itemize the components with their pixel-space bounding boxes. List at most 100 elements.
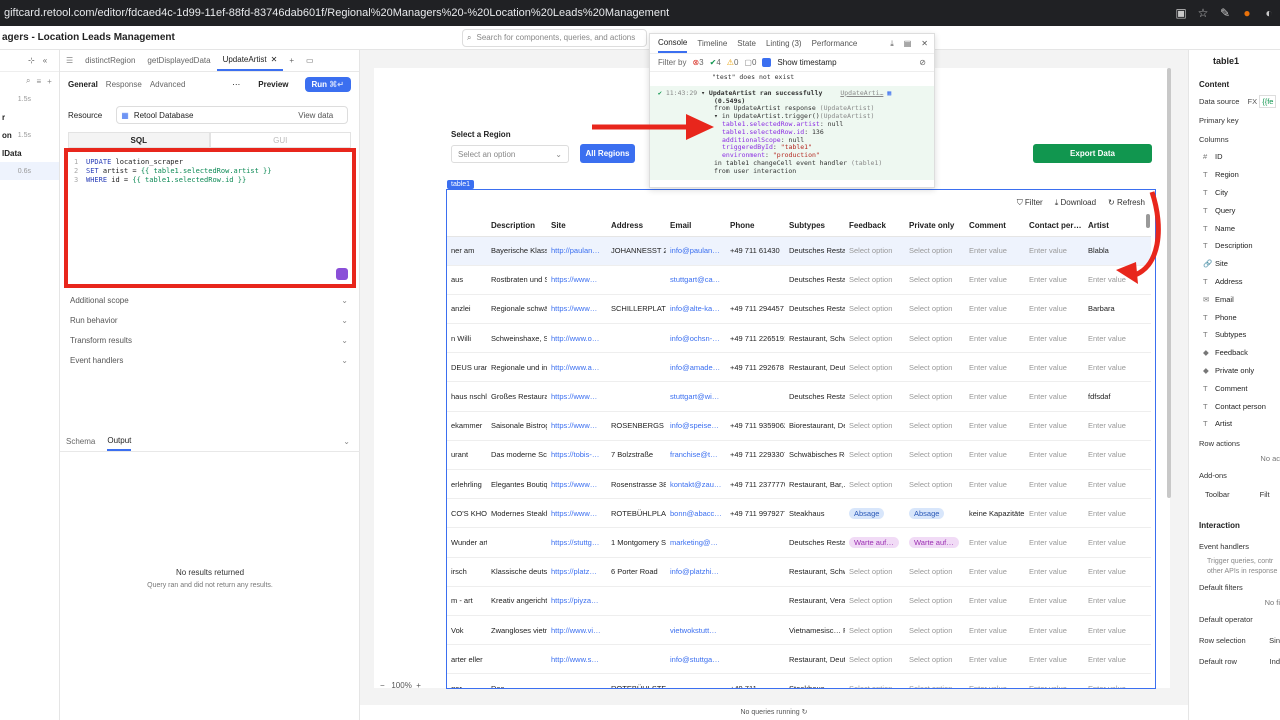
table-cell[interactable]: Absage <box>845 498 905 529</box>
table-cell[interactable]: kontakt@zau… <box>666 469 726 500</box>
add-icon[interactable]: + <box>47 77 52 86</box>
close-icon[interactable]: ✕ <box>921 39 928 48</box>
table-cell[interactable]: Enter value <box>1025 498 1084 529</box>
table-cell[interactable] <box>726 557 785 587</box>
table-cell[interactable]: Enter value <box>965 527 1025 558</box>
table-cell[interactable]: haus nschlage <box>447 381 487 412</box>
table-cell[interactable]: Enter value <box>1025 323 1084 354</box>
close-icon[interactable]: ✕ <box>271 55 278 64</box>
table-cell[interactable]: aus <box>447 265 487 295</box>
table-row[interactable]: ger Das ROTEBÜHLSTF +49 711 Steakhaus, Select… <box>447 673 1151 688</box>
table-component-badge[interactable]: table1 <box>447 180 475 189</box>
table-cell[interactable]: Schweinshaxe, Salate und… <box>487 323 547 354</box>
mode-gui[interactable]: GUI <box>209 132 351 148</box>
info-count[interactable]: ▢0 <box>744 58 756 67</box>
log-link[interactable]: (table1) <box>851 159 882 167</box>
table-cell[interactable]: Select option <box>905 294 965 325</box>
inspector-column-item[interactable]: ◆ Feedback <box>1189 344 1280 362</box>
table-cell[interactable]: info@alte-ka… <box>666 294 726 325</box>
table-row[interactable]: Wunder art https://stuttg… 1 Montgomery St… <box>447 527 1151 558</box>
table-cell[interactable]: Select option <box>905 411 965 441</box>
table-cell[interactable]: Enter value <box>965 673 1025 688</box>
table-cell[interactable] <box>607 381 666 412</box>
table-cell[interactable]: Kreativ angerichtete… <box>487 586 547 616</box>
inspector-column-item[interactable]: ✉ Email <box>1189 290 1280 308</box>
table-cell[interactable]: Biorestaurant, Deutsches… <box>785 411 845 441</box>
table-cell[interactable]: Select option <box>905 440 965 471</box>
table-cell[interactable] <box>547 673 607 688</box>
table-cell[interactable]: info@amade… <box>666 352 726 383</box>
table-row[interactable]: m - art Kreativ angerichtete… https://piyz… <box>447 586 1151 616</box>
inspector-column-item[interactable]: T Artist <box>1189 415 1280 433</box>
tab-console[interactable]: Console <box>658 34 688 53</box>
table-cell[interactable]: Enter value <box>965 469 1025 500</box>
warning-count[interactable]: ⚠0 <box>727 58 739 67</box>
inspector-column-item[interactable]: T Comment <box>1189 379 1280 397</box>
inspector-column-item[interactable]: T Address <box>1189 273 1280 291</box>
table-cell[interactable]: franchise@t… <box>666 440 726 471</box>
table-cell[interactable]: vietwokstutt… <box>666 615 726 646</box>
inspector-column-item[interactable]: T Name <box>1189 219 1280 237</box>
table-cell[interactable]: https://www… <box>547 469 607 500</box>
mode-sql[interactable]: SQL <box>68 132 210 148</box>
table-cell[interactable]: Enter value <box>1025 381 1084 412</box>
inspector-column-item[interactable]: 🔗 Site <box>1189 255 1280 273</box>
table-cell[interactable] <box>607 323 666 354</box>
extension-icon[interactable]: ● <box>1236 6 1258 20</box>
table-cell[interactable]: Enter value <box>1084 527 1151 558</box>
table-cell[interactable]: Select option <box>845 411 905 441</box>
table-cell[interactable]: Select option <box>905 323 965 354</box>
filter-icon[interactable]: ≡ <box>36 77 41 86</box>
pen-icon[interactable]: ✎ <box>1214 6 1236 20</box>
table-cell[interactable]: Enter value <box>1084 615 1151 646</box>
table-cell[interactable]: https://stuttg… <box>547 527 607 558</box>
default-row-value[interactable]: Ind <box>1270 657 1280 666</box>
table-cell[interactable]: Enter value <box>1084 673 1151 688</box>
table-cell[interactable] <box>607 644 666 675</box>
table-cell[interactable]: Enter value <box>965 411 1025 441</box>
table1[interactable]: ⛉ Filter ⤓ Download ↻ Refresh Descriptio… <box>446 189 1156 689</box>
table-cell[interactable]: Absage <box>905 498 965 529</box>
table-cell[interactable]: Warte auf… <box>905 527 965 558</box>
table-cell[interactable]: m - art <box>447 586 487 616</box>
table-cell[interactable]: 6 Porter Road <box>607 557 666 587</box>
table-cell[interactable]: Restaurant, Bar,… <box>785 469 845 500</box>
table-cell[interactable]: anzlei <box>447 294 487 325</box>
view-data-link[interactable]: View data <box>298 111 333 120</box>
table-cell[interactable]: Enter value <box>1025 352 1084 383</box>
table-cell[interactable] <box>726 586 785 616</box>
table-cell[interactable]: Select option <box>905 644 965 675</box>
table-cell[interactable]: http://www.s… <box>547 644 607 675</box>
table-cell[interactable]: marketing@… <box>666 527 726 558</box>
table-cell[interactable]: stuttgart@wi… <box>666 381 726 412</box>
table-cell[interactable]: Enter value <box>965 615 1025 646</box>
table-cell[interactable] <box>726 644 785 675</box>
table-cell[interactable]: Enter value <box>1025 644 1084 675</box>
table-cell[interactable]: ROSENBERGS 89 <box>607 411 666 441</box>
column-header[interactable]: Private only <box>905 216 965 237</box>
table-cell[interactable]: Select option <box>905 615 965 646</box>
table-cell[interactable]: ger <box>447 673 487 688</box>
tab-performance[interactable]: Performance <box>812 39 858 48</box>
table-row[interactable]: erlehrling Elegantes Boutiquehot… https://… <box>447 469 1151 500</box>
toolbar-addon[interactable]: Toolbar Filt <box>1189 490 1280 499</box>
table-cell[interactable]: https://piyza… <box>547 586 607 616</box>
table-cell[interactable]: Enter value <box>965 323 1025 354</box>
table-cell[interactable]: +49 711 294457 <box>726 294 785 325</box>
table-cell[interactable]: Vok <box>447 615 487 646</box>
table-cell[interactable]: Enter value <box>965 294 1025 325</box>
table-cell[interactable]: Enter value <box>965 381 1025 412</box>
table-cell[interactable]: Select option <box>845 644 905 675</box>
table-cell[interactable]: Enter value <box>965 265 1025 295</box>
table-cell[interactable]: Enter value <box>1084 411 1151 441</box>
table-cell[interactable]: Bayerische Klassiker wie… <box>487 236 547 266</box>
table-cell[interactable]: Steakhaus <box>785 498 845 529</box>
show-timestamp-checkbox[interactable] <box>762 58 772 67</box>
table-cell[interactable]: Enter value <box>965 352 1025 383</box>
table-row[interactable]: DEUS urant &… Regionale und international… <box>447 352 1151 383</box>
table-cell[interactable]: Select option <box>905 352 965 383</box>
table-cell[interactable]: Rosenstrasse 38 <box>607 469 666 500</box>
data-source-input[interactable]: {{fe <box>1259 95 1277 108</box>
column-header[interactable]: Email <box>666 216 726 237</box>
table-cell[interactable]: n Willi <box>447 323 487 354</box>
